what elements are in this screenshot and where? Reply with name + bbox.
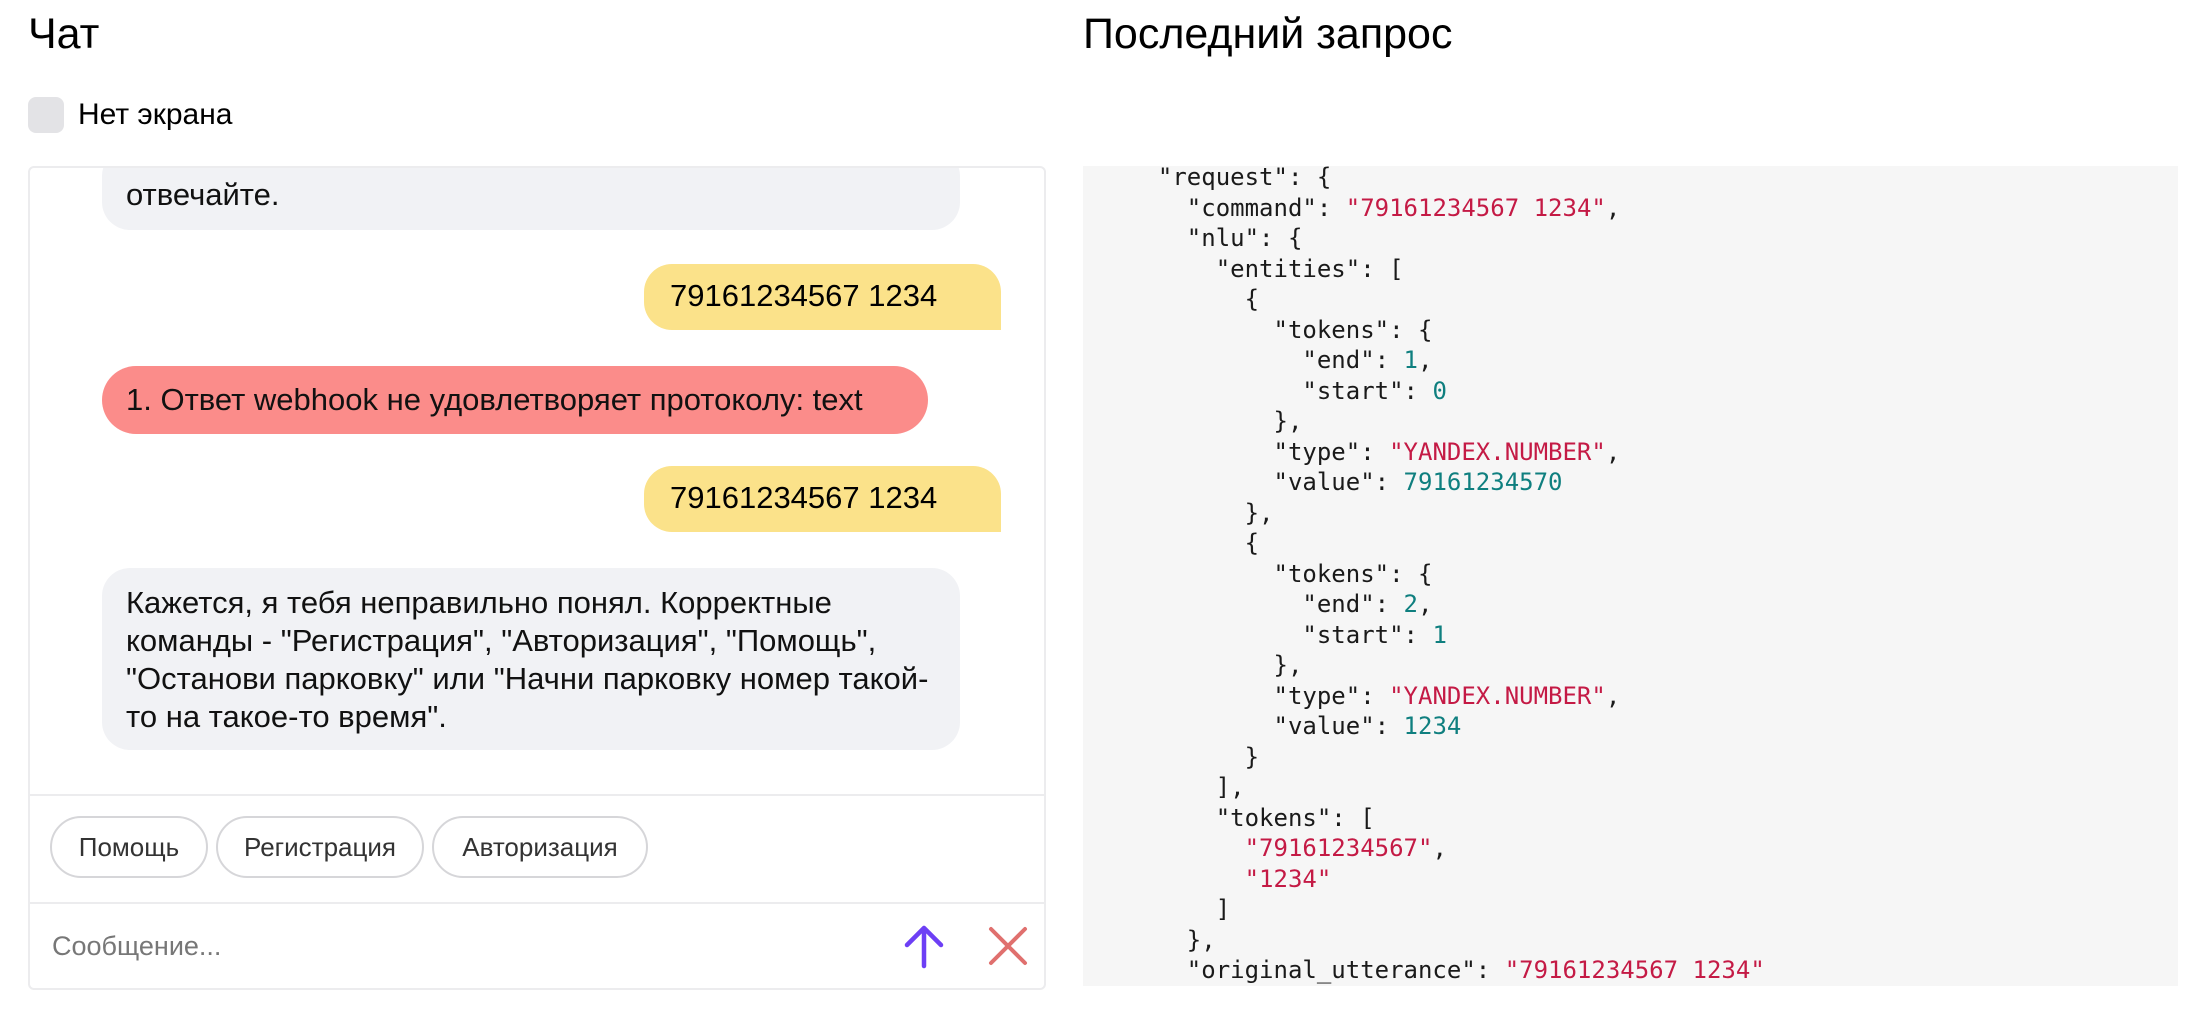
- chat-panel: отвечайте. 79161234567 1234 1. Ответ web…: [28, 166, 1046, 990]
- user-message: 79161234567 1234: [644, 264, 1001, 330]
- arrow-up-icon: [904, 925, 944, 969]
- suggest-button-authorization[interactable]: Авторизация: [432, 816, 648, 878]
- no-screen-label: Нет экрана: [78, 98, 233, 131]
- bot-message: отвечайте.: [102, 168, 960, 230]
- message-input-row: [30, 904, 1044, 988]
- bot-message: Кажется, я тебя неправильно понял. Корре…: [102, 568, 960, 750]
- request-json-viewer[interactable]: "request": { "command": "79161234567 123…: [1083, 166, 2178, 986]
- suggest-buttons: Помощь Регистрация Авторизация: [30, 796, 1044, 902]
- request-title: Последний запрос: [1083, 10, 1453, 58]
- no-screen-toggle[interactable]: Нет экрана: [28, 97, 232, 133]
- message-list[interactable]: отвечайте. 79161234567 1234 1. Ответ web…: [30, 168, 1044, 794]
- json-code: "request": { "command": "79161234567 123…: [1157, 166, 1765, 984]
- chat-title: Чат: [28, 10, 100, 58]
- suggest-button-help[interactable]: Помощь: [50, 816, 208, 878]
- user-message: 79161234567 1234: [644, 466, 1001, 532]
- clear-button[interactable]: [982, 920, 1034, 972]
- error-message: 1. Ответ webhook не удовлетворяет проток…: [102, 366, 928, 434]
- send-button[interactable]: [896, 918, 952, 974]
- no-screen-checkbox[interactable]: [28, 97, 64, 133]
- message-input[interactable]: [50, 920, 854, 972]
- suggest-button-registration[interactable]: Регистрация: [216, 816, 424, 878]
- close-icon: [989, 927, 1027, 965]
